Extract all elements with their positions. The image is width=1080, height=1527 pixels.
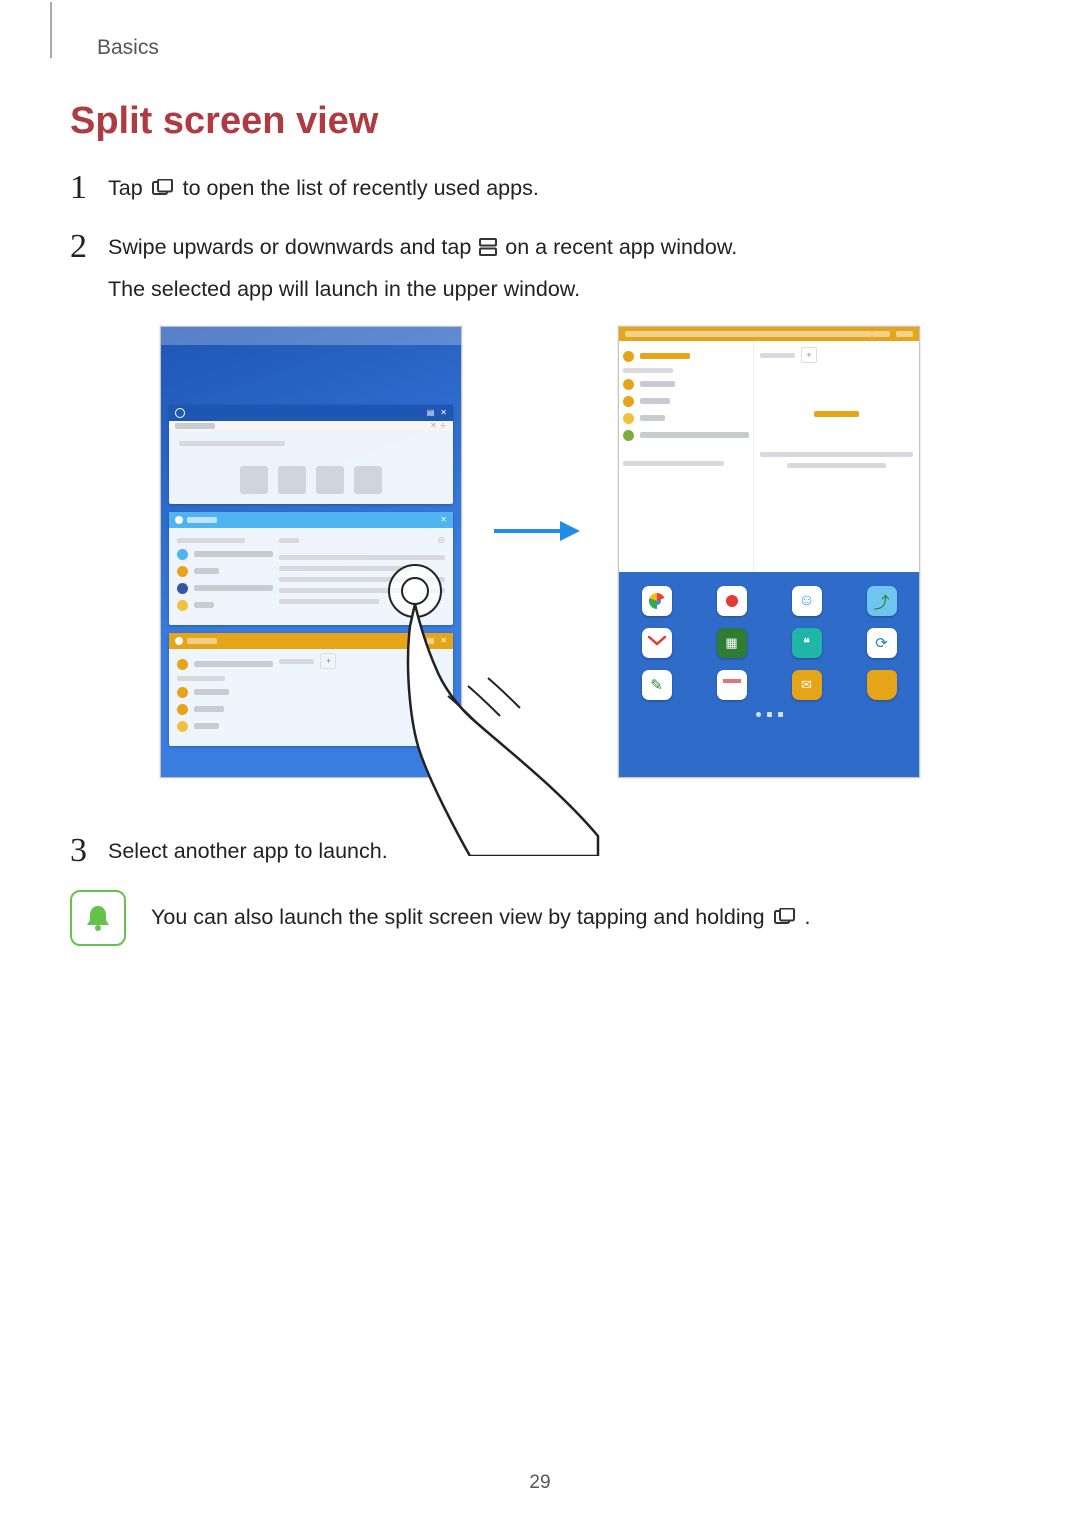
page-title: Split screen view <box>70 100 1010 143</box>
screenshot-split-result: + <box>618 326 920 778</box>
split-view-icon: ▤ <box>427 636 435 645</box>
step-number: 1 <box>70 168 108 207</box>
close-icon: ✕ <box>440 408 447 417</box>
tip-pre: You can also launch the split screen vie… <box>151 905 771 929</box>
split-view-icon <box>479 233 497 266</box>
tip-text: You can also launch the split screen vie… <box>151 905 811 932</box>
step-body: Select another app to launch. <box>108 831 388 868</box>
step-1-post: to open the list of recently used apps. <box>183 176 539 200</box>
step-2: 2 Swipe upwards or downwards and tap on … <box>70 227 1010 306</box>
app-calendar-icon <box>717 670 747 700</box>
screenshot-recents: ▤✕ ✕ ＋ ✕ <box>160 326 462 778</box>
tip-bell-icon <box>70 890 126 946</box>
manual-page: Basics Split screen view 1 Tap to open t… <box>0 0 1080 1527</box>
app-mail-icon: ✉ <box>792 670 822 700</box>
figure: ▤✕ ✕ ＋ ✕ <box>70 326 1010 806</box>
app-globe-icon: ⟳ <box>867 628 897 658</box>
page-indicator <box>619 712 919 717</box>
step-1-pre: Tap <box>108 176 149 200</box>
close-icon: ✕ <box>440 636 447 645</box>
app-leaf-icon: ⤴ <box>867 586 897 616</box>
section-name: Basics <box>97 36 159 60</box>
step-body: Swipe upwards or downwards and tap on a … <box>108 227 737 306</box>
step-3-text: Select another app to launch. <box>108 839 388 863</box>
step-2-pre: Swipe upwards or downwards and tap <box>108 235 477 259</box>
step-number: 2 <box>70 227 108 266</box>
recents-icon <box>773 907 797 932</box>
step-2-post: on a recent app window. <box>505 235 737 259</box>
app-recorder-icon <box>717 586 747 616</box>
recents-icon <box>151 174 175 207</box>
app-chrome-icon <box>642 586 672 616</box>
step-3: 3 Select another app to launch. <box>70 831 1010 870</box>
section-header: Basics <box>50 0 159 60</box>
page-number: 29 <box>0 1472 1080 1494</box>
app-tool-icon: ✎ <box>642 670 672 700</box>
tip-post: . <box>805 905 811 929</box>
app-quote-icon: ❝ <box>792 628 822 658</box>
close-icon: ✕ <box>440 515 447 524</box>
header-divider <box>50 2 52 58</box>
step-number: 3 <box>70 831 108 870</box>
step-body: Tap to open the list of recently used ap… <box>108 168 539 207</box>
app-sheets-icon: ▦ <box>717 628 747 658</box>
arrow-right-icon <box>490 516 580 546</box>
app-smile-icon: ☺ <box>792 586 822 616</box>
step-2-line2: The selected app will launch in the uppe… <box>108 277 580 301</box>
app-gmail-icon <box>642 628 672 658</box>
step-1: 1 Tap to open the list of recently used … <box>70 168 1010 207</box>
split-view-icon: ▤ <box>427 408 435 417</box>
app-folder-icon <box>867 670 897 700</box>
tip-note: You can also launch the split screen vie… <box>70 890 1010 946</box>
